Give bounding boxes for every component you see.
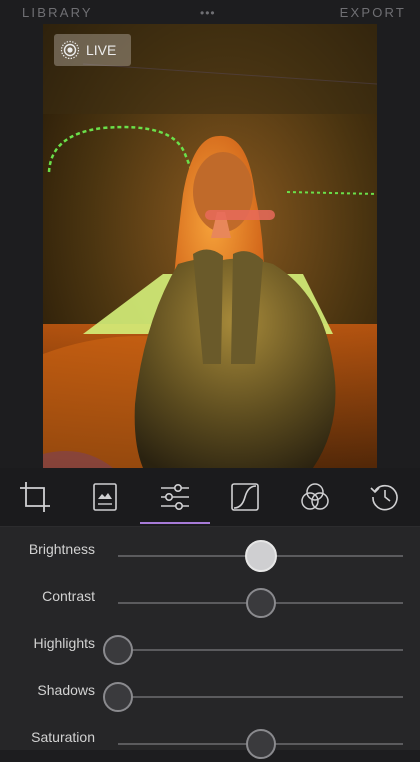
adjust-tool-button[interactable] <box>158 480 192 514</box>
photo-preview: LIVE <box>43 24 377 468</box>
curves-tool-button[interactable] <box>228 480 262 514</box>
adjustments-panel: Brightness Contrast Highlights Shadows S… <box>0 527 420 759</box>
highlights-slider-track[interactable] <box>118 649 403 651</box>
brightness-label: Brightness <box>28 541 95 557</box>
highlights-row: Highlights <box>0 621 420 668</box>
shadows-slider-track[interactable] <box>118 696 403 698</box>
shadows-row: Shadows <box>0 668 420 715</box>
highlights-label: Highlights <box>33 635 95 651</box>
live-label: LIVE <box>86 42 117 58</box>
export-button[interactable]: EXPORT <box>340 5 406 20</box>
color-tool-button[interactable] <box>298 480 332 514</box>
live-photo-icon <box>60 40 80 60</box>
sliders-icon <box>161 484 189 510</box>
photo-image <box>43 24 377 468</box>
saturation-label: Saturation <box>31 729 95 745</box>
more-options-icon[interactable]: ••• <box>200 6 216 20</box>
live-photo-badge[interactable]: LIVE <box>54 34 131 66</box>
color-circles-icon <box>301 483 329 510</box>
saturation-slider-thumb[interactable] <box>245 729 276 759</box>
contrast-slider-thumb[interactable] <box>245 588 276 618</box>
filters-tool-button[interactable] <box>88 480 122 514</box>
tool-bar <box>0 468 420 527</box>
contrast-row: Contrast <box>0 574 420 621</box>
brightness-slider-thumb[interactable] <box>244 540 277 572</box>
crop-tool-button[interactable] <box>18 480 52 514</box>
selected-tool-indicator <box>140 522 210 524</box>
curves-icon <box>231 483 259 511</box>
shadows-slider-thumb[interactable] <box>103 682 133 712</box>
history-icon <box>370 484 398 511</box>
highlights-slider-thumb[interactable] <box>103 635 133 665</box>
shadows-label: Shadows <box>37 682 95 698</box>
filters-icon <box>93 483 117 511</box>
contrast-label: Contrast <box>42 588 95 604</box>
saturation-row: Saturation <box>0 715 420 762</box>
crop-icon <box>20 482 50 512</box>
brightness-row: Brightness <box>0 527 420 574</box>
history-tool-button[interactable] <box>368 480 402 514</box>
top-navigation-bar: LIBRARY ••• EXPORT <box>0 0 420 24</box>
library-button[interactable]: LIBRARY <box>22 5 93 20</box>
